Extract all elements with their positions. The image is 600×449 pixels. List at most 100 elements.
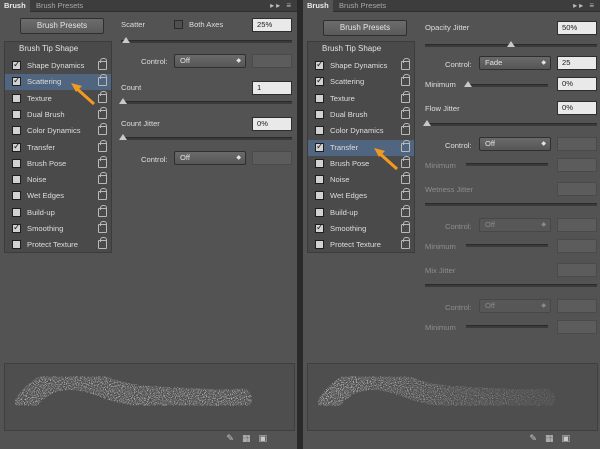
sidebar-item[interactable]: Protect Texture (308, 237, 414, 253)
scatter-slider[interactable] (121, 37, 292, 43)
lock-icon[interactable] (98, 74, 107, 87)
lock-icon[interactable] (401, 221, 410, 233)
opacity-jitter-value-field[interactable]: 50% (557, 21, 597, 35)
lock-icon[interactable] (401, 90, 410, 103)
sidebar-item-checkbox[interactable]: ✓ (315, 222, 324, 233)
sidebar-item[interactable]: Protect Texture (5, 237, 111, 253)
lock-icon[interactable] (98, 106, 107, 119)
count-slider-thumb[interactable] (119, 98, 127, 104)
opacity-jitter-slider-thumb[interactable] (507, 41, 515, 47)
lock-icon[interactable] (401, 58, 410, 70)
tab-brush-presets[interactable]: Brush Presets (32, 0, 87, 12)
control2-select[interactable]: Off ◆ (479, 137, 551, 151)
new-brush-icon[interactable]: ▣ (258, 433, 275, 443)
sidebar-item[interactable]: ✓ Scattering (308, 74, 414, 90)
brush-presets-button[interactable]: Brush Presets (20, 18, 104, 34)
sidebar-item-checkbox[interactable]: ✓ (315, 59, 324, 70)
lock-icon[interactable] (98, 188, 107, 201)
sidebar-item[interactable]: Noise (308, 172, 414, 188)
sidebar-item[interactable]: Color Dynamics (308, 123, 414, 139)
lock-icon[interactable] (401, 172, 410, 185)
lock-icon[interactable] (98, 237, 107, 250)
brush-grid-icon[interactable]: ▦ (545, 433, 562, 443)
count-slider[interactable] (119, 98, 292, 104)
lock-icon[interactable] (401, 155, 410, 168)
sidebar-item-checkbox[interactable] (12, 93, 21, 103)
control-amount-field[interactable]: 25 (557, 56, 597, 70)
sidebar-item-checkbox[interactable] (12, 158, 21, 168)
brush-grid-icon[interactable]: ▦ (242, 433, 259, 443)
sidebar-item[interactable]: Noise (5, 172, 111, 188)
sidebar-item[interactable]: Dual Brush (5, 106, 111, 123)
sidebar-item-checkbox[interactable] (12, 240, 21, 250)
sidebar-item-checkbox[interactable]: ✓ (315, 75, 324, 87)
sidebar-item-checkbox[interactable] (315, 93, 324, 103)
sidebar-item-checkbox[interactable] (315, 240, 324, 250)
panel-menu-icons[interactable]: ▸▸ ≡ (270, 0, 293, 12)
count-jitter-value-field[interactable]: 0% (252, 117, 292, 131)
tab-brush-presets[interactable]: Brush Presets (335, 0, 390, 12)
sidebar-item[interactable]: Wet Edges (308, 188, 414, 204)
sidebar-item-checkbox[interactable] (315, 109, 324, 119)
lock-icon[interactable] (401, 139, 410, 152)
sidebar-item-checkbox[interactable]: ✓ (12, 75, 21, 87)
sidebar-item[interactable]: Dual Brush (308, 106, 414, 123)
count-value-field[interactable]: 1 (252, 81, 292, 95)
minimum-slider-thumb[interactable] (464, 81, 472, 87)
sidebar-item-checkbox[interactable]: ✓ (315, 141, 324, 152)
lock-icon[interactable] (401, 106, 410, 119)
brush-tip-shape-item[interactable]: Brush Tip Shape (5, 42, 111, 56)
sidebar-item[interactable]: Texture (308, 90, 414, 107)
lock-icon[interactable] (98, 139, 107, 152)
count-jitter-slider[interactable] (119, 134, 292, 140)
lock-icon[interactable] (98, 204, 107, 217)
sidebar-item-checkbox[interactable]: ✓ (12, 222, 21, 233)
sidebar-item[interactable]: ✓ Shape Dynamics (5, 58, 111, 74)
tab-brush[interactable]: Brush (303, 0, 333, 12)
minimum-value-field[interactable]: 0% (557, 77, 597, 91)
sidebar-item[interactable]: ✓ Smoothing (308, 221, 414, 237)
sidebar-item[interactable]: Build-up (5, 204, 111, 221)
minimum-slider[interactable] (464, 81, 548, 87)
lock-icon[interactable] (401, 237, 410, 250)
toggle-brush-preview-icon[interactable]: ✎ (226, 433, 242, 443)
control-select[interactable]: Off ◆ (174, 54, 246, 68)
flow-jitter-slider-thumb[interactable] (423, 120, 431, 126)
scatter-slider-thumb[interactable] (122, 37, 131, 43)
lock-icon[interactable] (98, 172, 107, 185)
sidebar-item-checkbox[interactable] (315, 126, 324, 136)
sidebar-item[interactable]: Build-up (308, 204, 414, 221)
new-brush-icon[interactable]: ▣ (561, 433, 578, 443)
toggle-brush-preview-icon[interactable]: ✎ (529, 433, 545, 443)
sidebar-item-checkbox[interactable] (315, 207, 324, 217)
count-jitter-slider-thumb[interactable] (119, 134, 127, 140)
sidebar-item-checkbox[interactable] (315, 191, 324, 201)
tab-brush[interactable]: Brush (0, 0, 30, 12)
sidebar-item[interactable]: ✓ Smoothing (5, 221, 111, 237)
brush-presets-button[interactable]: Brush Presets (323, 20, 407, 36)
scatter-value-field[interactable]: 25% (252, 18, 292, 32)
sidebar-item[interactable]: ✓ Transfer (5, 139, 111, 156)
flow-jitter-slider[interactable] (423, 120, 597, 126)
sidebar-item-checkbox[interactable]: ✓ (12, 59, 21, 70)
control-select[interactable]: Fade ◆ (479, 56, 551, 70)
lock-icon[interactable] (401, 188, 410, 201)
sidebar-item-checkbox[interactable] (315, 175, 324, 185)
sidebar-item-checkbox[interactable] (12, 207, 21, 217)
sidebar-item-checkbox[interactable]: ✓ (12, 141, 21, 152)
sidebar-item-checkbox[interactable] (12, 126, 21, 136)
opacity-jitter-slider[interactable] (425, 41, 597, 47)
sidebar-item-checkbox[interactable] (12, 175, 21, 185)
sidebar-item[interactable]: Brush Pose (5, 155, 111, 172)
lock-icon[interactable] (98, 155, 107, 168)
both-axes-checkbox[interactable] (174, 20, 183, 29)
lock-icon[interactable] (98, 90, 107, 103)
sidebar-item-checkbox[interactable] (315, 158, 324, 168)
sidebar-item-checkbox[interactable] (12, 191, 21, 201)
lock-icon[interactable] (401, 204, 410, 217)
lock-icon[interactable] (401, 74, 410, 87)
panel-menu-icons[interactable]: ▸▸ ≡ (573, 0, 596, 12)
lock-icon[interactable] (401, 123, 410, 136)
sidebar-item[interactable]: Wet Edges (5, 188, 111, 204)
sidebar-item[interactable]: Color Dynamics (5, 123, 111, 139)
